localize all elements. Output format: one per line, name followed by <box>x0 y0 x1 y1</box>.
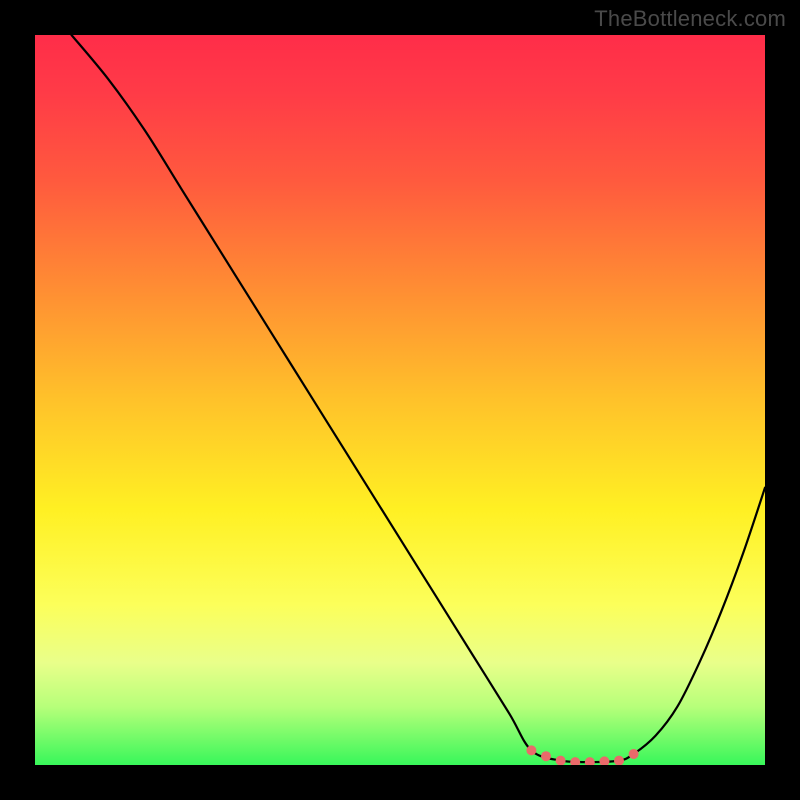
flat-dot <box>585 757 595 765</box>
flat-dot <box>556 756 566 765</box>
flat-dot <box>526 745 536 755</box>
chart-frame: TheBottleneck.com <box>0 0 800 800</box>
flat-dot <box>570 757 580 765</box>
watermark-text: TheBottleneck.com <box>594 6 786 32</box>
plot-area <box>35 35 765 765</box>
flat-dot <box>541 751 551 761</box>
flat-dot <box>629 749 639 759</box>
flat-dot <box>599 756 609 765</box>
bottleneck-curve <box>72 35 766 762</box>
chart-svg <box>35 35 765 765</box>
flat-dot <box>614 756 624 765</box>
